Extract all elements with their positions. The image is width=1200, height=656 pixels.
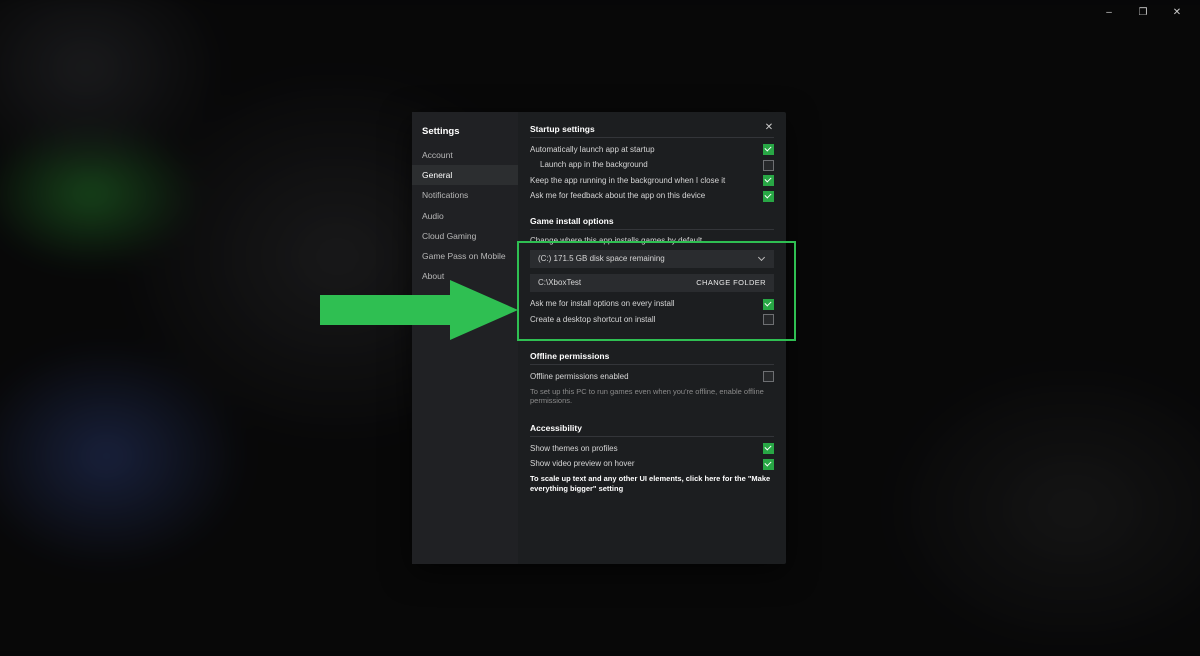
window-maximize-button[interactable]: ❐ — [1134, 3, 1152, 21]
dialog-close-button[interactable]: ✕ — [762, 120, 776, 134]
row-video-preview: Show video preview on hover — [530, 459, 774, 470]
label-show-themes: Show themes on profiles — [530, 444, 618, 454]
label-launch-bg: Launch app in the background — [530, 160, 648, 170]
label-offline-help: To set up this PC to run games even when… — [530, 387, 774, 406]
window-minimize-button[interactable]: – — [1100, 3, 1118, 21]
label-keep-running: Keep the app running in the background w… — [530, 176, 725, 186]
label-shortcut: Create a desktop shortcut on install — [530, 315, 655, 325]
settings-sidebar: Settings Account General Notifications A… — [412, 112, 518, 564]
label-scale-text[interactable]: To scale up text and any other UI elemen… — [530, 474, 774, 494]
row-show-themes: Show themes on profiles — [530, 443, 774, 454]
row-shortcut: Create a desktop shortcut on install — [530, 314, 774, 325]
folder-path-value: C:\XboxTest — [538, 278, 581, 287]
checkbox-video-preview[interactable] — [763, 459, 774, 470]
drive-select-value: (C:) 171.5 GB disk space remaining — [538, 254, 665, 263]
change-folder-button[interactable]: CHANGE FOLDER — [696, 278, 766, 287]
sidebar-item-about[interactable]: About — [412, 266, 518, 286]
checkbox-feedback[interactable] — [763, 191, 774, 202]
checkbox-show-themes[interactable] — [763, 443, 774, 454]
sidebar-item-notifications[interactable]: Notifications — [412, 185, 518, 205]
divider — [530, 364, 774, 365]
label-video-preview: Show video preview on hover — [530, 459, 635, 469]
row-keep-running: Keep the app running in the background w… — [530, 175, 774, 186]
checkbox-auto-launch[interactable] — [763, 144, 774, 155]
sidebar-item-game-pass-mobile[interactable]: Game Pass on Mobile — [412, 246, 518, 266]
sidebar-item-audio[interactable]: Audio — [412, 206, 518, 226]
sidebar-item-general[interactable]: General — [412, 165, 518, 185]
row-ask-every: Ask me for install options on every inst… — [530, 299, 774, 310]
section-heading-accessibility: Accessibility — [530, 423, 774, 433]
divider — [530, 137, 774, 138]
row-offline-enabled: Offline permissions enabled — [530, 371, 774, 382]
checkbox-offline-enabled[interactable] — [763, 371, 774, 382]
row-feedback: Ask me for feedback about the app on thi… — [530, 191, 774, 202]
checkbox-launch-bg[interactable] — [763, 160, 774, 171]
label-ask-every: Ask me for install options on every inst… — [530, 299, 675, 309]
folder-path-row: C:\XboxTest CHANGE FOLDER — [530, 274, 774, 292]
section-heading-install: Game install options — [530, 216, 774, 226]
label-offline-enabled: Offline permissions enabled — [530, 372, 629, 382]
section-heading-startup: Startup settings — [530, 124, 774, 134]
label-install-desc: Change where this app installs games by … — [530, 236, 774, 245]
settings-content: ✕ Startup settings Automatically launch … — [518, 112, 786, 564]
label-feedback: Ask me for feedback about the app on thi… — [530, 191, 705, 201]
chevron-down-icon — [758, 255, 766, 263]
section-heading-offline: Offline permissions — [530, 351, 774, 361]
checkbox-shortcut[interactable] — [763, 314, 774, 325]
label-auto-launch: Automatically launch app at startup — [530, 145, 655, 155]
checkbox-ask-every[interactable] — [763, 299, 774, 310]
sidebar-item-cloud-gaming[interactable]: Cloud Gaming — [412, 226, 518, 246]
divider — [530, 229, 774, 230]
settings-title: Settings — [412, 122, 518, 145]
sidebar-item-account[interactable]: Account — [412, 145, 518, 165]
row-auto-launch: Automatically launch app at startup — [530, 144, 774, 155]
window-close-button[interactable]: ✕ — [1168, 3, 1186, 21]
row-offline-help: To set up this PC to run games even when… — [530, 387, 774, 406]
window-titlebar: – ❐ ✕ — [1100, 0, 1200, 24]
divider — [530, 436, 774, 437]
drive-select-dropdown[interactable]: (C:) 171.5 GB disk space remaining — [530, 250, 774, 268]
settings-dialog: Settings Account General Notifications A… — [412, 112, 786, 564]
checkbox-keep-running[interactable] — [763, 175, 774, 186]
row-launch-bg: Launch app in the background — [530, 160, 774, 171]
